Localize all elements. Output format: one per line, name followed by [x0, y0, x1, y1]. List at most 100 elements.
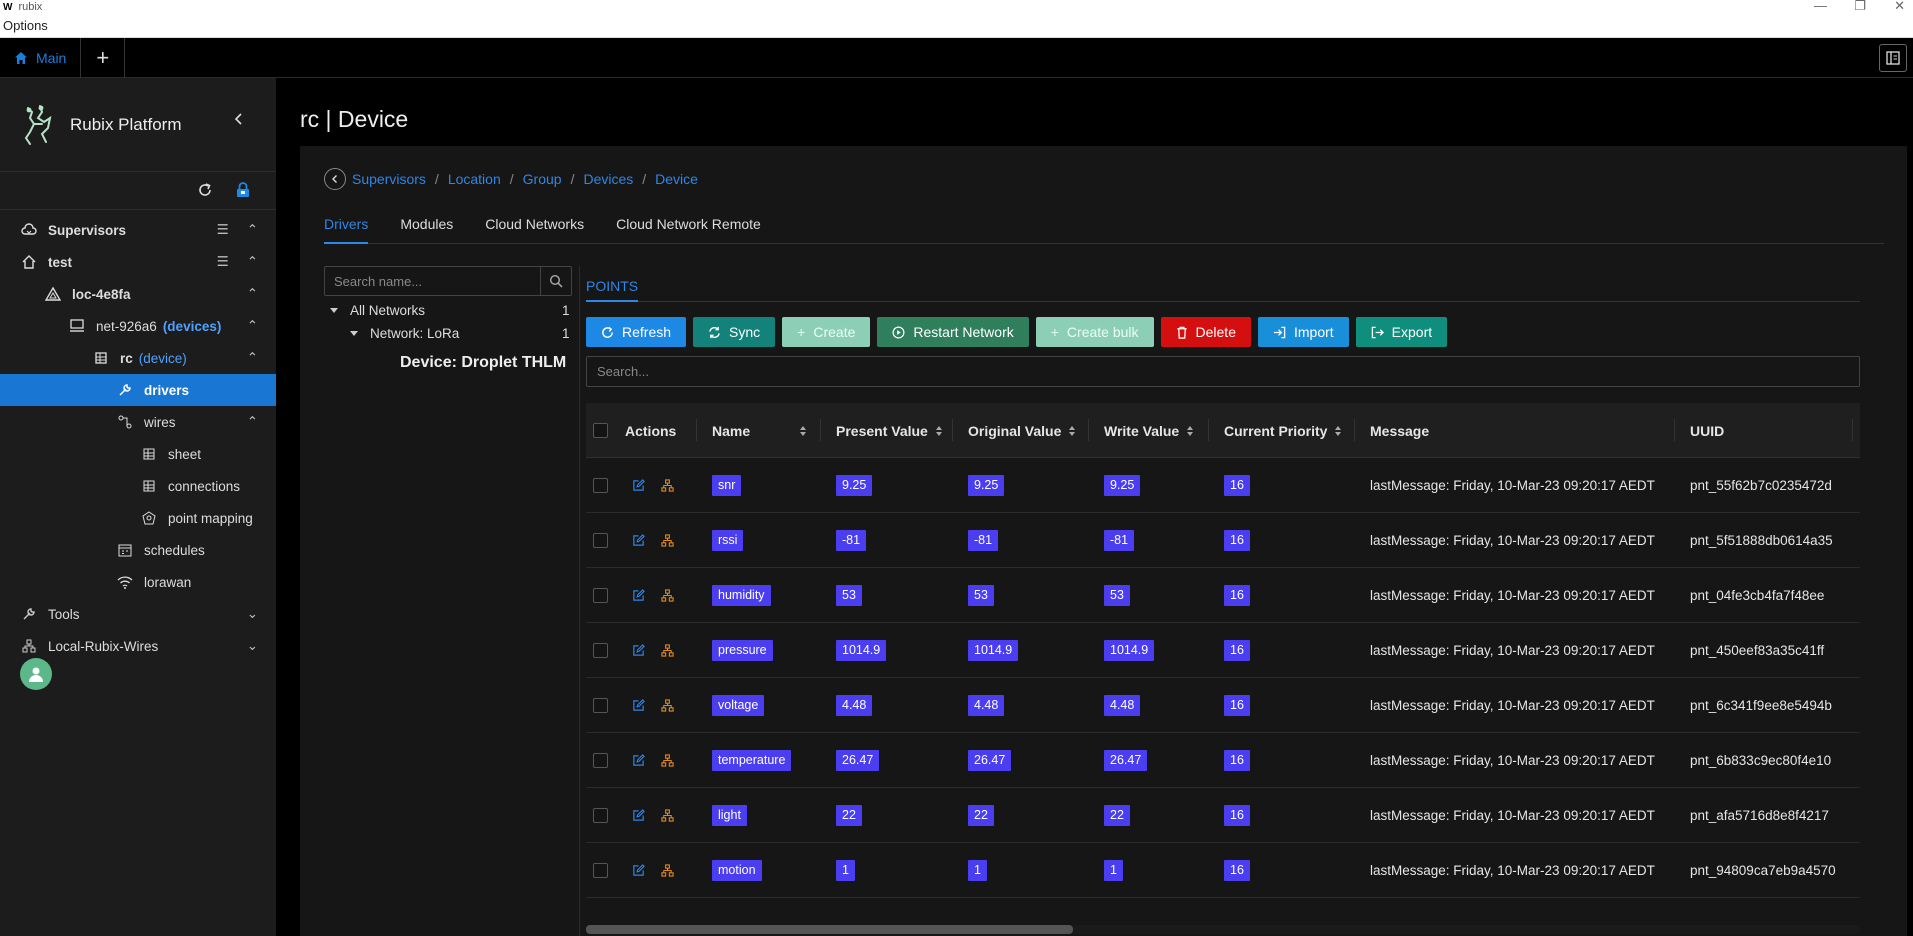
sort-icon[interactable]	[1069, 425, 1076, 437]
chevron-up-icon[interactable]: ⌃	[247, 286, 258, 302]
refresh-button[interactable]: Refresh	[586, 317, 687, 347]
hierarchy-icon[interactable]	[661, 623, 674, 678]
points-search-input[interactable]	[586, 356, 1860, 387]
tab-drivers[interactable]: Drivers	[324, 206, 369, 244]
sidebar-item-device[interactable]: rc (device) ⌃	[0, 342, 276, 374]
close-icon[interactable]: ✕	[1894, 0, 1905, 14]
back-button[interactable]	[324, 168, 346, 190]
tab-points[interactable]: POINTS	[586, 266, 639, 302]
point-name-tag[interactable]: snr	[712, 475, 742, 496]
edit-icon[interactable]	[632, 678, 645, 733]
restore-icon[interactable]: ❐	[1854, 0, 1866, 14]
sidebar-item-supervisors[interactable]: Supervisors ☰ ⌃	[0, 214, 276, 246]
sidebar-item-local-rubix-wires[interactable]: Local-Rubix-Wires ⌄	[0, 630, 276, 662]
point-name-tag[interactable]: light	[712, 805, 747, 826]
create-bulk-button[interactable]: + Create bulk	[1035, 317, 1154, 347]
export-button[interactable]: Export	[1355, 317, 1448, 347]
point-name-tag[interactable]: motion	[712, 860, 762, 881]
minimize-icon[interactable]: —	[1814, 0, 1827, 13]
table-row[interactable]: light 22 22 22 16 lastMessage: Friday, 10-Mar…	[586, 788, 1860, 843]
sidebar-item-network[interactable]: net-926a6 (devices) ⌃	[0, 310, 276, 342]
menu-icon[interactable]: ☰	[217, 222, 229, 238]
tree-search-input[interactable]	[325, 267, 540, 295]
row-checkbox[interactable]	[593, 788, 608, 843]
point-name-tag[interactable]: pressure	[712, 640, 773, 661]
sidebar-item-test[interactable]: test ☰ ⌃	[0, 246, 276, 278]
edit-icon[interactable]	[632, 733, 645, 788]
chevron-down-icon[interactable]: ⌄	[247, 638, 258, 654]
sort-icon[interactable]	[1187, 425, 1194, 437]
sidebar-item-lorawan[interactable]: lorawan	[0, 566, 276, 598]
edit-icon[interactable]	[632, 788, 645, 843]
row-checkbox[interactable]	[593, 733, 608, 788]
row-checkbox[interactable]	[593, 458, 608, 513]
breadcrumb-group[interactable]: Group	[523, 171, 562, 187]
sort-icon[interactable]	[792, 403, 806, 458]
row-checkbox[interactable]	[593, 623, 608, 678]
row-checkbox[interactable]	[593, 843, 608, 898]
breadcrumb-devices[interactable]: Devices	[583, 171, 633, 187]
hierarchy-icon[interactable]	[661, 458, 674, 513]
caret-down-icon[interactable]	[330, 308, 338, 313]
create-button[interactable]: + Create	[782, 317, 871, 347]
tree-network-lora[interactable]: Network: LoRa	[350, 326, 459, 341]
select-all-checkbox[interactable]	[593, 403, 608, 458]
tree-all-networks[interactable]: All Networks	[330, 303, 425, 318]
point-name-tag[interactable]: humidity	[712, 585, 771, 606]
table-row[interactable]: temperature 26.47 26.47 26.47 16 lastMessage:…	[586, 733, 1860, 788]
col-present-value[interactable]: Present Value	[836, 403, 942, 458]
sidebar-item-drivers[interactable]: drivers	[0, 374, 276, 406]
hierarchy-icon[interactable]	[661, 568, 674, 623]
table-row[interactable]: humidity 53 53 53 16 lastMessage: Friday, 10-…	[586, 568, 1860, 623]
tab-main[interactable]: Main	[0, 37, 82, 78]
tree-device-label[interactable]: Device: Droplet THLM	[400, 354, 566, 372]
col-original-value[interactable]: Original Value	[968, 403, 1076, 458]
point-name-tag[interactable]: rssi	[712, 530, 744, 551]
sync-button[interactable]: Sync	[693, 317, 776, 347]
hierarchy-icon[interactable]	[661, 843, 674, 898]
menu-options[interactable]: Options	[3, 18, 48, 33]
scrollbar-thumb[interactable]	[586, 925, 1073, 934]
hierarchy-icon[interactable]	[661, 733, 674, 788]
sidebar-item-location[interactable]: loc-4e8fa ⌃	[0, 278, 276, 310]
chevron-up-icon[interactable]: ⌃	[247, 414, 258, 430]
sort-icon[interactable]	[935, 425, 942, 437]
table-row[interactable]: motion 1 1 1 16 lastMessage: Friday, 10-Mar-2…	[586, 843, 1860, 898]
horizontal-scrollbar[interactable]	[586, 925, 1860, 934]
edit-icon[interactable]	[632, 513, 645, 568]
col-current-priority[interactable]: Current Priority	[1224, 403, 1342, 458]
table-row[interactable]: snr 9.25 9.25 9.25 16 lastMessage: Friday, 10…	[586, 458, 1860, 513]
edit-icon[interactable]	[632, 568, 645, 623]
table-row[interactable]: voltage 4.48 4.48 4.48 16 lastMessage: Friday…	[586, 678, 1860, 733]
chevron-up-icon[interactable]: ⌃	[247, 318, 258, 334]
hierarchy-icon[interactable]	[661, 513, 674, 568]
breadcrumb-device[interactable]: Device	[655, 171, 698, 187]
col-name[interactable]: Name	[712, 403, 750, 458]
lock-icon[interactable]	[234, 181, 252, 199]
col-write-value[interactable]: Write Value	[1104, 403, 1194, 458]
layout-toggle-button[interactable]	[1879, 44, 1907, 72]
refresh-icon[interactable]	[196, 181, 214, 199]
sidebar-item-wires[interactable]: wires ⌃	[0, 406, 276, 438]
chevron-down-icon[interactable]: ⌄	[247, 606, 258, 622]
caret-down-icon[interactable]	[350, 331, 358, 336]
row-checkbox[interactable]	[593, 678, 608, 733]
sidebar-item-connections[interactable]: connections	[0, 470, 276, 502]
row-checkbox[interactable]	[593, 568, 608, 623]
menu-icon[interactable]: ☰	[217, 254, 229, 270]
edit-icon[interactable]	[632, 843, 645, 898]
table-row[interactable]: pressure 1014.9 1014.9 1014.9 16 lastMessage:…	[586, 623, 1860, 678]
edit-icon[interactable]	[632, 623, 645, 678]
breadcrumb-supervisors[interactable]: Supervisors	[352, 171, 426, 187]
avatar[interactable]	[20, 658, 52, 690]
add-tab-button[interactable]: +	[81, 37, 126, 78]
tab-cloud-networks[interactable]: Cloud Networks	[485, 206, 584, 244]
delete-button[interactable]: Delete	[1160, 317, 1251, 347]
import-button[interactable]: Import	[1257, 317, 1349, 347]
chevron-left-icon[interactable]	[232, 112, 246, 126]
point-name-tag[interactable]: voltage	[712, 695, 765, 716]
row-checkbox[interactable]	[593, 513, 608, 568]
sidebar-item-schedules[interactable]: schedules	[0, 534, 276, 566]
hierarchy-icon[interactable]	[661, 788, 674, 843]
chevron-up-icon[interactable]: ⌃	[247, 350, 258, 366]
